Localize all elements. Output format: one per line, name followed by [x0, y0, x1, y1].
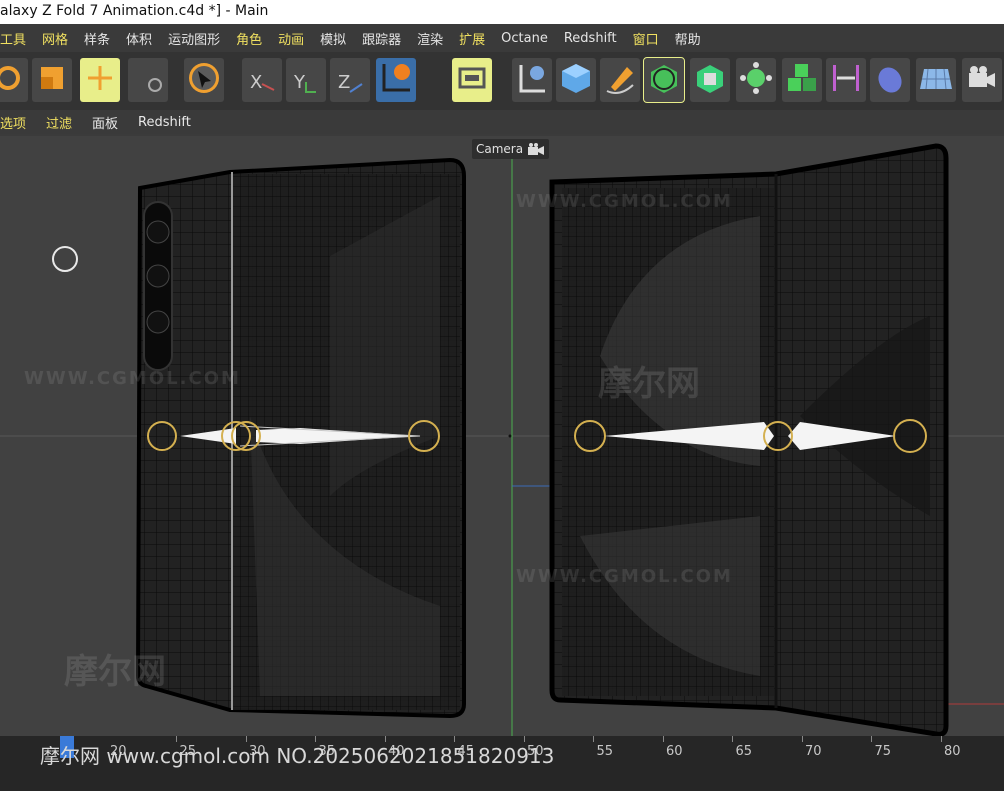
cube-button[interactable] — [556, 58, 596, 102]
camera-label[interactable]: Camera — [472, 139, 550, 162]
viewport-menubar: 选项 过滤 面板 Redshift — [0, 110, 1004, 134]
world-coordinate-icon — [378, 60, 414, 100]
menu-item-5[interactable]: 角色 — [236, 29, 270, 48]
floor-icon — [918, 61, 954, 99]
menu-item-13[interactable]: 窗口 — [633, 29, 667, 48]
timeline-watermark: 摩尔网 www.cgmol.com NO.20250620218518209​1… — [40, 744, 555, 768]
menu-item-6[interactable]: 动画 — [278, 29, 312, 48]
spline-pen-icon — [515, 61, 549, 99]
y-axis-lock-button[interactable]: Y — [286, 58, 326, 102]
scale-icon — [37, 63, 67, 97]
scale-tool-button[interactable] — [32, 58, 72, 102]
main-toolbar: X Y Z — [0, 52, 1004, 110]
recent-tool-icon — [133, 63, 163, 97]
cube-icon — [559, 61, 593, 99]
recent-tool-button[interactable] — [128, 58, 168, 102]
timeline-tick-mark — [662, 736, 664, 742]
viewport-watermark-bottom: WWW.CGMOL.COM — [516, 566, 733, 587]
menu-item-11[interactable]: Octane — [501, 31, 556, 46]
camera-icon — [527, 142, 545, 162]
world-coordinate-button[interactable] — [376, 58, 416, 102]
timeline-tick-mark — [593, 736, 594, 742]
light-button[interactable] — [870, 58, 910, 102]
y-axis-label: Y — [294, 72, 305, 93]
field-button[interactable] — [826, 58, 866, 102]
z-axis-lock-button[interactable]: Z — [330, 58, 370, 102]
pen-icon — [603, 61, 637, 99]
move-tool-button[interactable] — [80, 58, 120, 102]
menu-item-1[interactable]: 网格 — [42, 29, 76, 48]
menu-item-7[interactable]: 模拟 — [320, 29, 354, 48]
deformer-icon — [693, 61, 727, 99]
menu-item-14[interactable]: 帮助 — [675, 29, 709, 48]
x-axis-label: X — [250, 72, 263, 93]
menu-item-4[interactable]: 运动图形 — [168, 29, 228, 48]
viewport-menu-item-2[interactable]: 面板 — [92, 113, 118, 132]
field-icon — [829, 61, 863, 99]
render-view-icon — [457, 63, 487, 97]
timeline-tick-mark — [940, 736, 942, 742]
generator-icon — [647, 61, 681, 99]
menu-item-2[interactable]: 样条 — [84, 29, 118, 48]
timeline-tick-label: 55 — [596, 744, 614, 759]
x-axis-lock-button[interactable]: X — [242, 58, 282, 102]
rotate-icon — [0, 63, 23, 97]
cursor-ring — [52, 246, 78, 272]
timeline-tick-mark — [732, 736, 733, 742]
3d-viewport[interactable]: Camera WWW.CGMOL.COM WWW.CGMOL.COM WWW.C… — [0, 136, 1004, 736]
viewport-watermark-top: WWW.CGMOL.COM — [516, 191, 733, 212]
menu-item-9[interactable]: 渲染 — [417, 29, 451, 48]
timeline-tick-label: 70 — [805, 744, 822, 759]
window-title: alaxy Z Fold 7 Animation.c4d *] - Main — [0, 0, 1004, 24]
menu-item-3[interactable]: 体积 — [126, 29, 160, 48]
floor-button[interactable] — [916, 58, 956, 102]
menu-item-12[interactable]: Redshift — [564, 31, 625, 46]
y-axis-lock-icon — [286, 56, 326, 104]
mograph-icon — [739, 61, 773, 99]
timeline-tick-label: 80 — [944, 744, 961, 759]
cloner-icon — [785, 61, 819, 99]
pen-tool-button[interactable] — [600, 58, 640, 102]
rotate-tool-button[interactable] — [0, 58, 28, 102]
timeline-tick-label: 65 — [735, 744, 753, 759]
timeline-tick-mark — [801, 736, 803, 742]
viewport-menu-item-0[interactable]: 选项 — [0, 113, 26, 132]
viewport-menu-item-3[interactable]: Redshift — [138, 115, 191, 130]
spline-pen-button[interactable] — [512, 58, 552, 102]
z-axis-label: Z — [338, 72, 351, 93]
camera-label-text: Camera — [476, 142, 524, 156]
move-icon — [85, 63, 115, 97]
viewport-watermark-left: WWW.CGMOL.COM — [24, 368, 241, 389]
main-menubar: 工具 网格 样条 体积 运动图形 角色 动画 模拟 跟踪器 渲染 扩展 Octane Redshift 窗… — [0, 24, 1004, 52]
menu-item-0[interactable]: 工具 — [0, 29, 34, 48]
generator-button[interactable] — [643, 57, 685, 103]
menu-item-10[interactable]: 扩展 — [459, 29, 493, 48]
render-view-button[interactable] — [452, 58, 492, 102]
viewport-menu-item-1[interactable]: 过滤 — [46, 113, 72, 132]
menu-item-8[interactable]: 跟踪器 — [362, 29, 409, 48]
live-select-button[interactable] — [184, 58, 224, 102]
timeline-tick-mark — [871, 736, 872, 742]
viewport-watermark-cn-bottom: 摩尔网 — [64, 652, 166, 692]
deformer-button[interactable] — [690, 58, 730, 102]
timeline-tick-label: 75 — [874, 744, 892, 759]
viewport-watermark-cn-center: 摩尔网 — [598, 364, 700, 404]
camera-button[interactable] — [962, 58, 1002, 102]
mograph-button[interactable] — [736, 58, 776, 102]
timeline-tick-label: 60 — [666, 744, 683, 759]
cloner-button[interactable] — [782, 58, 822, 102]
live-select-icon — [187, 61, 221, 99]
light-icon — [873, 61, 907, 99]
camera-icon — [965, 61, 999, 99]
